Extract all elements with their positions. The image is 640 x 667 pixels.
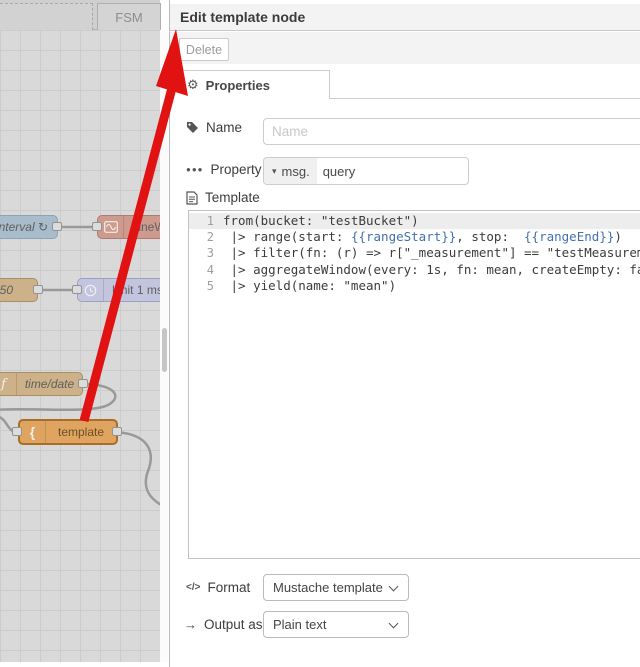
edit-tray: Edit template node Delete ⚙ Properties N… — [169, 0, 640, 667]
output-value: Plain text — [273, 617, 327, 632]
code-line: 5 |> yield(name: "mean") — [206, 277, 397, 293]
format-value: Mustache template — [273, 580, 383, 595]
property-typed-input[interactable]: ▾ msg. query — [263, 157, 469, 185]
tray-tabbar: ⚙ Properties — [170, 64, 640, 100]
output-arrow-icon: → — [184, 617, 197, 632]
format-row: </> Format — [186, 580, 250, 595]
tag-icon — [186, 121, 199, 134]
tab-properties-label: Properties — [205, 77, 270, 93]
node-red-editor: FSM interval ↻ sine 50 limit 1 ms f time… — [0, 0, 640, 667]
caret-down-icon: ▾ — [272, 165, 277, 176]
delete-button[interactable]: Delete — [179, 38, 229, 61]
tab-properties[interactable]: ⚙ Properties — [173, 70, 330, 99]
tray-title: Edit template node — [170, 4, 640, 31]
node-timedate-label: time/date — [24, 377, 75, 391]
code-line: 3 |> filter(fn: (r) => r["_measurement"]… — [206, 245, 640, 261]
chevron-down-icon — [388, 581, 399, 592]
msg-prefix: msg. — [281, 163, 310, 179]
code-lines: 1 from(bucket: "testBucket") 2 |> range(st… — [189, 213, 640, 294]
port-template-out[interactable] — [112, 427, 122, 436]
flow-workspace: FSM interval ↻ sine 50 limit 1 ms f time… — [0, 0, 168, 667]
node-limit-label: limit 1 ms — [112, 283, 160, 297]
node-sinewave[interactable]: sineW — [97, 215, 160, 239]
output-select[interactable]: Plain text — [263, 611, 409, 638]
node-template-selected[interactable]: { template — [18, 419, 118, 445]
tray-toolbar: Delete — [170, 32, 640, 64]
flow-canvas[interactable]: interval ↻ sineW s-150 — [0, 30, 160, 662]
code-icon: </> — [186, 582, 201, 593]
format-select[interactable]: Mustache template — [263, 574, 409, 601]
flow-wires — [0, 225, 160, 506]
chevron-down-icon — [388, 618, 399, 629]
property-value[interactable]: query — [317, 158, 356, 184]
template-brace-icon: { — [20, 421, 46, 443]
output-row: → Output as — [184, 617, 263, 632]
msg-type-button[interactable]: ▾ msg. — [264, 158, 317, 184]
template-row: Template — [186, 190, 260, 205]
port-s150-out[interactable] — [33, 285, 43, 294]
workspace-vertical-scrollbar[interactable] — [160, 30, 168, 662]
wire[interactable] — [116, 430, 160, 506]
gear-icon: ⚙ — [187, 77, 199, 92]
template-code-editor[interactable]: 1 from(bucket: "testBucket") 2 |> range(st… — [188, 210, 640, 559]
flow-tab-fsm[interactable]: FSM — [97, 3, 161, 30]
node-interval-label: interval ↻ — [0, 220, 49, 234]
port-limit-in[interactable] — [72, 285, 82, 294]
name-label: Name — [206, 120, 243, 135]
port-timedate-out[interactable] — [78, 379, 88, 388]
name-row: Name — [186, 120, 242, 135]
node-timedate[interactable]: f time/date — [0, 372, 83, 396]
property-label: Property — [210, 162, 262, 177]
name-input[interactable]: Name — [263, 118, 640, 145]
function-icon: f — [0, 373, 17, 395]
port-sinewave-in[interactable] — [92, 222, 102, 231]
format-label: Format — [207, 580, 251, 595]
port-interval-out[interactable] — [52, 222, 62, 231]
flow-tab-partial[interactable] — [0, 3, 93, 30]
scrollbar-thumb[interactable] — [161, 328, 167, 372]
node-sinewave-label: sineW — [132, 220, 160, 234]
name-placeholder: Name — [272, 124, 309, 139]
template-file-icon — [186, 190, 198, 205]
code-line: 2 |> range(start: {{rangeStart}}, stop: … — [206, 229, 622, 245]
output-label: Output as — [204, 617, 263, 632]
property-row: ●●● Property — [186, 162, 262, 177]
ellipsis-icon: ●●● — [186, 165, 204, 174]
flow-tabbar: FSM — [0, 0, 161, 30]
node-limit[interactable]: limit 1 ms — [77, 278, 160, 302]
properties-form: Name Name ●●● Property ▾ msg. query Temp… — [170, 100, 640, 667]
node-interval[interactable]: interval ↻ — [0, 215, 58, 239]
code-line: 1 from(bucket: "testBucket") — [189, 213, 640, 230]
port-template-in[interactable] — [12, 427, 22, 436]
node-template-label: template — [57, 425, 105, 439]
node-s150-label: s-150 — [0, 283, 14, 297]
workspace-horizontal-scrollbar[interactable] — [0, 662, 168, 667]
code-line: 4 |> aggregateWindow(every: 1s, fn: mean… — [206, 261, 640, 277]
template-label: Template — [205, 190, 260, 205]
